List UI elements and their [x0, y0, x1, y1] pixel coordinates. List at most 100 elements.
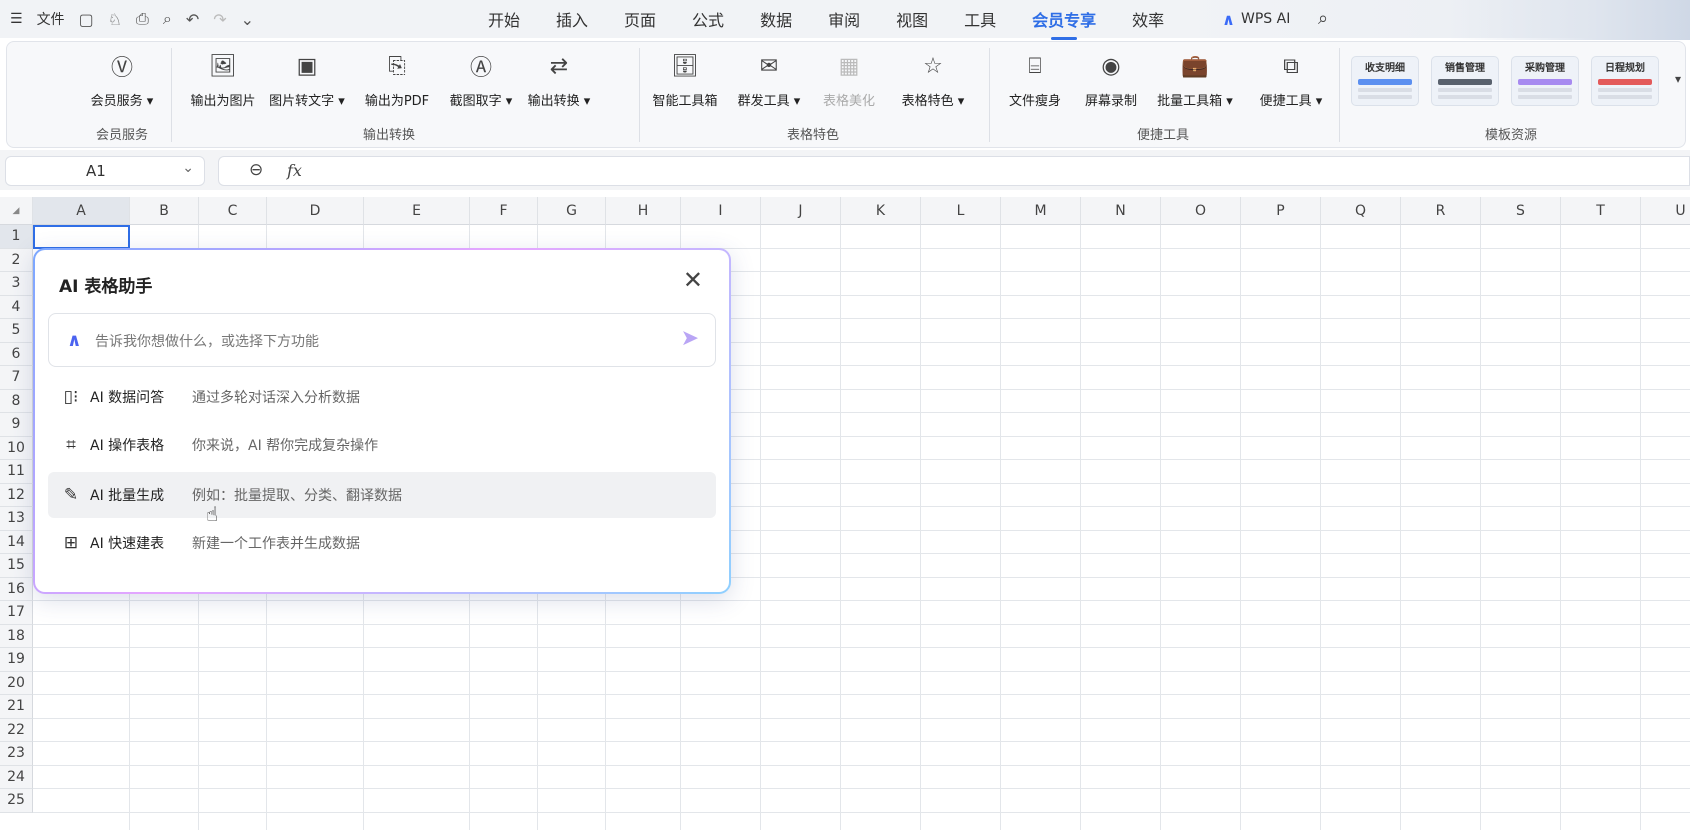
wps-ai-button[interactable]: ∧ WPS AI — [1222, 0, 1290, 38]
row-header[interactable]: 24 — [0, 765, 33, 789]
row-header[interactable]: 5 — [0, 319, 33, 343]
row-header[interactable]: 4 — [0, 295, 33, 319]
column-header[interactable]: U — [1641, 197, 1690, 225]
menu-icon[interactable]: ☰ — [10, 11, 23, 27]
tab-data[interactable]: 数据 — [742, 7, 810, 31]
close-icon[interactable]: ✕ — [683, 266, 703, 294]
column-header[interactable]: C — [199, 197, 267, 225]
ai-quick-table-item[interactable]: ⊞ AI 快速建表 新建一个工作表并生成数据 — [48, 520, 716, 566]
select-all-corner[interactable]: ◢ — [0, 197, 33, 225]
name-box[interactable]: A1 ⌄ — [5, 156, 205, 186]
ai-prompt-input[interactable]: ∧ 告诉我你想做什么，或选择下方功能 ➤ — [48, 313, 716, 367]
column-header[interactable]: M — [1001, 197, 1081, 225]
print-preview-icon[interactable]: ⌕ — [163, 9, 172, 29]
row-header[interactable]: 7 — [0, 366, 33, 390]
screen-record-button[interactable]: ◉ 屏幕录制 — [1071, 52, 1151, 110]
tab-insert[interactable]: 插入 — [538, 7, 606, 31]
ribbon-expand-icon[interactable]: ▾ — [1675, 72, 1681, 86]
more-dropdown-icon[interactable]: ⌄ — [241, 10, 254, 29]
column-header[interactable]: D — [267, 197, 364, 225]
tab-member[interactable]: 会员专享 — [1014, 7, 1114, 31]
row-header[interactable]: 9 — [0, 413, 33, 437]
column-header[interactable]: R — [1401, 197, 1481, 225]
column-header[interactable]: T — [1561, 197, 1641, 225]
batch-toolbox-button[interactable]: 💼 批量工具箱 ▾ — [1155, 52, 1235, 110]
tab-view[interactable]: 视图 — [878, 7, 946, 31]
row-header[interactable]: 18 — [0, 624, 33, 648]
tab-efficiency[interactable]: 效率 — [1114, 7, 1182, 31]
column-header[interactable]: L — [921, 197, 1001, 225]
template-purchase[interactable]: 采购管理 — [1511, 56, 1579, 106]
column-header[interactable]: J — [761, 197, 841, 225]
undo-icon[interactable]: ↶ — [186, 10, 199, 29]
tab-review[interactable]: 审阅 — [810, 7, 878, 31]
column-header[interactable]: S — [1481, 197, 1561, 225]
table-features-button[interactable]: ☆ 表格特色 ▾ — [893, 52, 973, 110]
format-painter-icon[interactable]: ♘ — [108, 10, 122, 29]
column-header[interactable]: F — [470, 197, 538, 225]
row-header[interactable]: 13 — [0, 507, 33, 531]
row-header[interactable]: 10 — [0, 436, 33, 460]
column-header[interactable]: Q — [1321, 197, 1401, 225]
row-header[interactable]: 11 — [0, 460, 33, 484]
column-header[interactable]: E — [364, 197, 470, 225]
formula-input[interactable]: ⊖ fx — [218, 156, 1690, 186]
tab-formula[interactable]: 公式 — [674, 7, 742, 31]
column-header[interactable]: N — [1081, 197, 1161, 225]
search-icon[interactable]: ⌕ — [1318, 8, 1328, 29]
screenshot-ocr-button[interactable]: Ⓐ 截图取字 ▾ — [441, 52, 521, 109]
template-income-expense[interactable]: 收支明细 — [1351, 56, 1419, 106]
save-icon[interactable]: ▢ — [79, 10, 94, 29]
row-header[interactable]: 17 — [0, 601, 33, 625]
row-header[interactable]: 8 — [0, 389, 33, 413]
row-header[interactable]: 21 — [0, 695, 33, 719]
ai-operate-table-item[interactable]: ⌗ AI 操作表格 你来说，AI 帮你完成复杂操作 — [48, 422, 716, 468]
table-beautify-button[interactable]: ▦ 表格美化 — [809, 52, 889, 110]
row-header[interactable]: 12 — [0, 483, 33, 507]
column-header[interactable]: B — [130, 197, 199, 225]
row-header[interactable]: 20 — [0, 671, 33, 695]
redo-icon[interactable]: ↷ — [213, 10, 226, 29]
row-header[interactable]: 19 — [0, 648, 33, 672]
send-icon[interactable]: ➤ — [681, 326, 699, 351]
zoom-icon[interactable]: ⊖ — [249, 160, 263, 180]
column-header[interactable]: O — [1161, 197, 1241, 225]
smart-toolbox-button[interactable]: 🗄 智能工具箱 — [645, 52, 725, 110]
chevron-down-icon[interactable]: ⌄ — [182, 160, 194, 176]
column-header[interactable]: G — [538, 197, 606, 225]
ai-batch-generate-item[interactable]: ✎ AI 批量生成 例如：批量提取、分类、翻译数据 — [48, 472, 716, 518]
row-header[interactable]: 16 — [0, 577, 33, 601]
column-header[interactable]: I — [681, 197, 761, 225]
file-slim-button[interactable]: ⌸ 文件瘦身 — [995, 52, 1075, 110]
template-schedule[interactable]: 日程规划 — [1591, 56, 1659, 106]
tab-tools[interactable]: 工具 — [946, 7, 1014, 31]
row-header[interactable]: 1 — [0, 225, 33, 249]
row-header[interactable]: 6 — [0, 342, 33, 366]
template-sales[interactable]: 销售管理 — [1431, 56, 1499, 106]
fx-icon[interactable]: fx — [287, 161, 302, 180]
image-to-text-button[interactable]: ▣ 图片转文字 ▾ — [267, 52, 347, 110]
selected-cell-a1[interactable] — [33, 225, 130, 249]
column-header[interactable]: K — [841, 197, 921, 225]
row-header[interactable]: 14 — [0, 530, 33, 554]
column-header[interactable]: P — [1241, 197, 1321, 225]
tab-start[interactable]: 开始 — [470, 7, 538, 31]
export-image-button[interactable]: 🖼 输出为图片 — [183, 52, 263, 110]
row-header[interactable]: 15 — [0, 554, 33, 578]
column-header[interactable]: A — [33, 197, 130, 225]
tab-page[interactable]: 页面 — [606, 7, 674, 31]
row-header[interactable]: 3 — [0, 272, 33, 296]
member-service-button[interactable]: Ⓥ 会员服务 ▾ — [82, 52, 162, 109]
convenient-tools-button[interactable]: ⧉ 便捷工具 ▾ — [1251, 52, 1331, 110]
file-menu[interactable]: 文件 — [37, 9, 65, 29]
row-header[interactable]: 2 — [0, 248, 33, 272]
export-pdf-button[interactable]: ⎘ 输出为PDF — [357, 52, 437, 110]
print-icon[interactable]: ⎙ — [136, 9, 149, 29]
mass-send-button[interactable]: ✉ 群发工具 ▾ — [729, 52, 809, 110]
output-convert-button[interactable]: ⇄ 输出转换 ▾ — [519, 52, 599, 110]
column-header[interactable]: H — [606, 197, 681, 225]
row-header[interactable]: 23 — [0, 742, 33, 766]
row-header[interactable]: 22 — [0, 718, 33, 742]
ai-data-qa-item[interactable]: ▯⁝ AI 数据问答 通过多轮对话深入分析数据 — [48, 374, 716, 420]
row-header[interactable]: 25 — [0, 789, 33, 813]
